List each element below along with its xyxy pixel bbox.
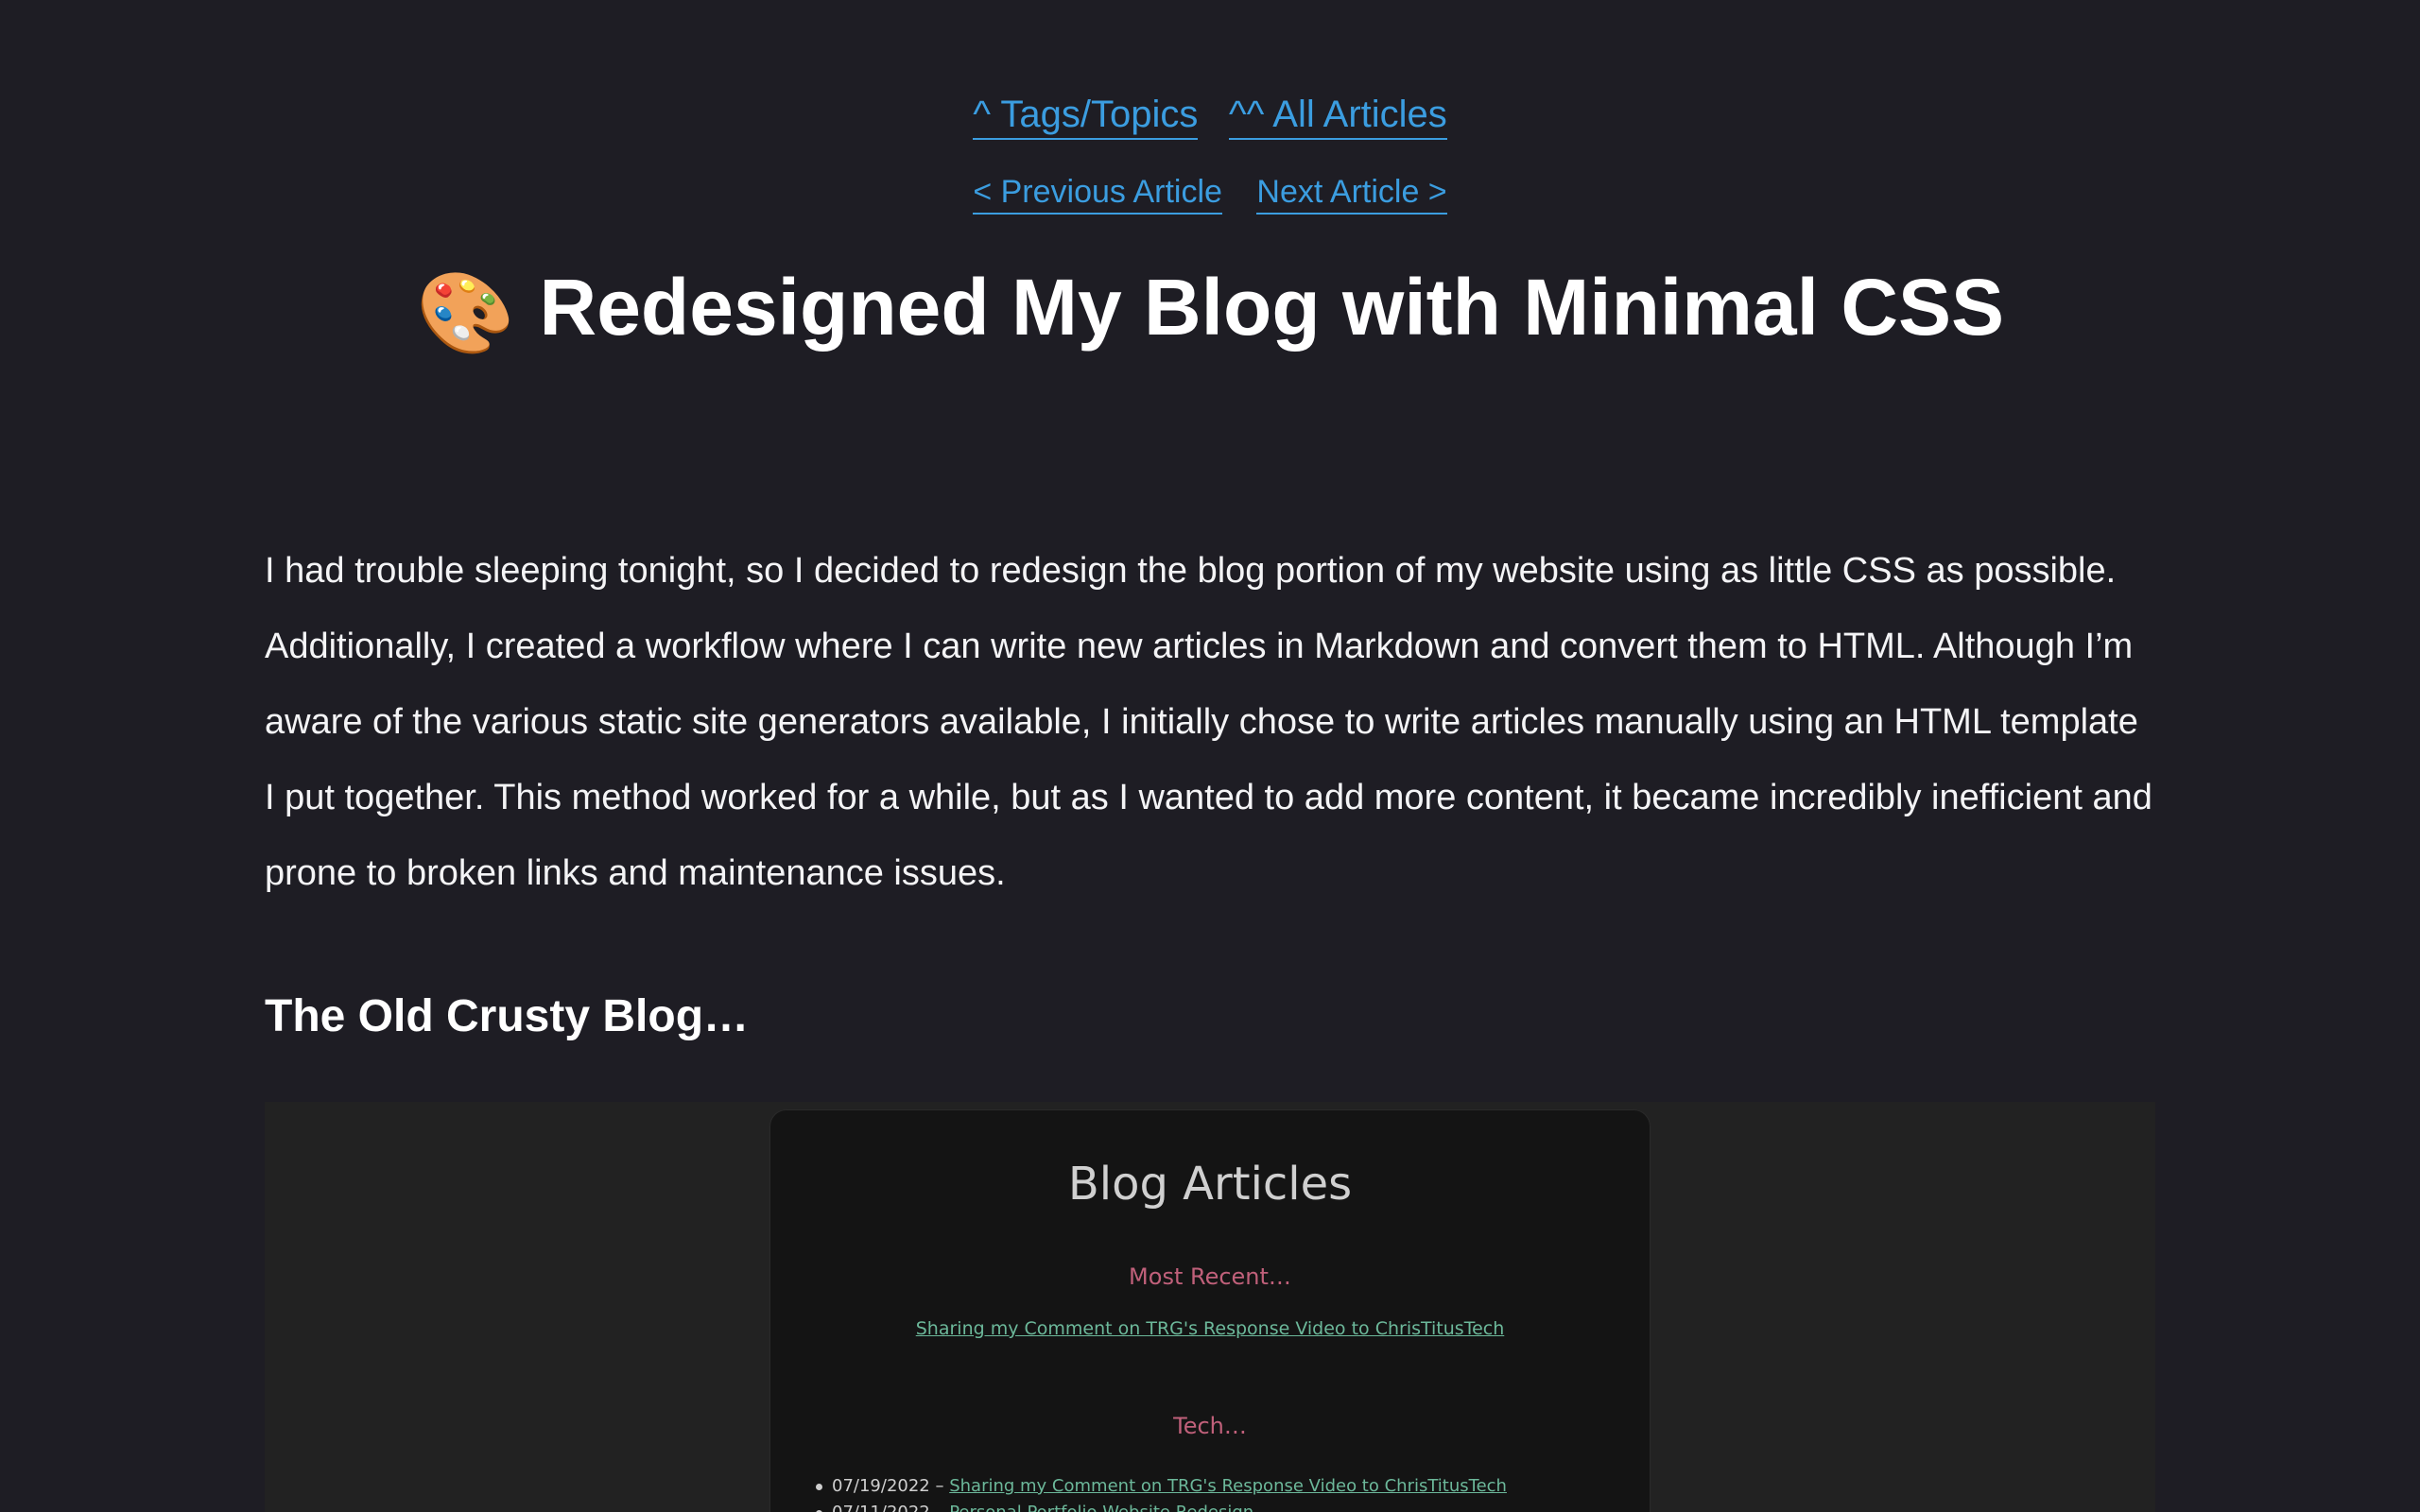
tech-article-link[interactable]: Personal Portfolio Website Redesign [949,1503,1253,1512]
most-recent-label: Most Recent… [1129,1263,1291,1290]
page-title-text: Redesigned My Blog with Minimal CSS [539,263,2005,352]
article-navigation: < Previous Article Next Article > [0,174,2420,215]
old-blog-title: Blog Articles [1067,1158,1353,1211]
article-date: 07/19/2022 – [832,1476,944,1496]
article-date: 07/11/2022 – [832,1503,943,1512]
topic-navigation: ^ Tags/Topics ^^ All Articles [0,93,2420,140]
section-heading: The Old Crusty Blog… [265,991,750,1041]
page-title: 🎨 Redesigned My Blog with Minimal CSS [0,260,2420,361]
next-article-link[interactable]: Next Article > [1256,174,1447,215]
list-item: 07/11/2022 – Personal Portfolio Website … [816,1500,1507,1512]
tech-label: Tech… [1173,1413,1247,1439]
most-recent-link-row: Sharing my Comment on TRG's Response Vid… [770,1318,1650,1339]
all-articles-link[interactable]: ^^ All Articles [1228,93,1447,140]
old-blog-screenshot: Blog Articles Most Recent… Sharing my Co… [265,1102,2155,1512]
old-blog-card: Blog Articles Most Recent… Sharing my Co… [769,1109,1651,1512]
blog-article-page: ^ Tags/Topics ^^ All Articles < Previous… [0,0,2420,1512]
tech-article-link[interactable]: Sharing my Comment on TRG's Response Vid… [949,1476,1507,1496]
bullet-icon [816,1483,822,1490]
palette-icon: 🎨 [415,268,515,357]
previous-article-link[interactable]: < Previous Article [973,174,1222,215]
list-item: 07/19/2022 – Sharing my Comment on TRG's… [816,1473,1507,1500]
tech-article-list: 07/19/2022 – Sharing my Comment on TRG's… [816,1473,1507,1512]
tags-topics-link[interactable]: ^ Tags/Topics [973,93,1199,140]
most-recent-article-link[interactable]: Sharing my Comment on TRG's Response Vid… [916,1318,1505,1339]
article-intro-paragraph: I had trouble sleeping tonight, so I dec… [265,551,2152,893]
